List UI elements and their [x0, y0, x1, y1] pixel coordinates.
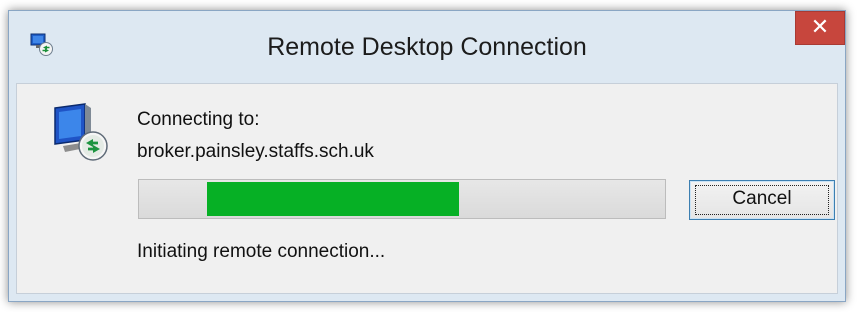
host-name: broker.painsley.staffs.sch.uk [137, 141, 374, 162]
remote-desktop-monitor-icon [54, 103, 108, 161]
status-text: Initiating remote connection... [137, 241, 386, 262]
progress-fill [207, 182, 459, 216]
connecting-label: Connecting to: [137, 109, 260, 130]
title-bar[interactable]: Remote Desktop Connection ✕ [9, 11, 845, 81]
screen: Remote Desktop Connection ✕ Connecting t… [0, 0, 865, 312]
window-title: Remote Desktop Connection [267, 33, 587, 61]
dialog-body: Connecting to: broker.painsley.staffs.sc… [16, 83, 838, 294]
cancel-button-label: Cancel [732, 188, 792, 209]
close-button[interactable]: ✕ [795, 11, 845, 45]
progress-bar [138, 179, 666, 219]
close-icon: ✕ [810, 14, 830, 39]
remote-desktop-dialog: Remote Desktop Connection ✕ Connecting t… [8, 10, 846, 302]
cancel-button[interactable]: Cancel [689, 180, 835, 220]
